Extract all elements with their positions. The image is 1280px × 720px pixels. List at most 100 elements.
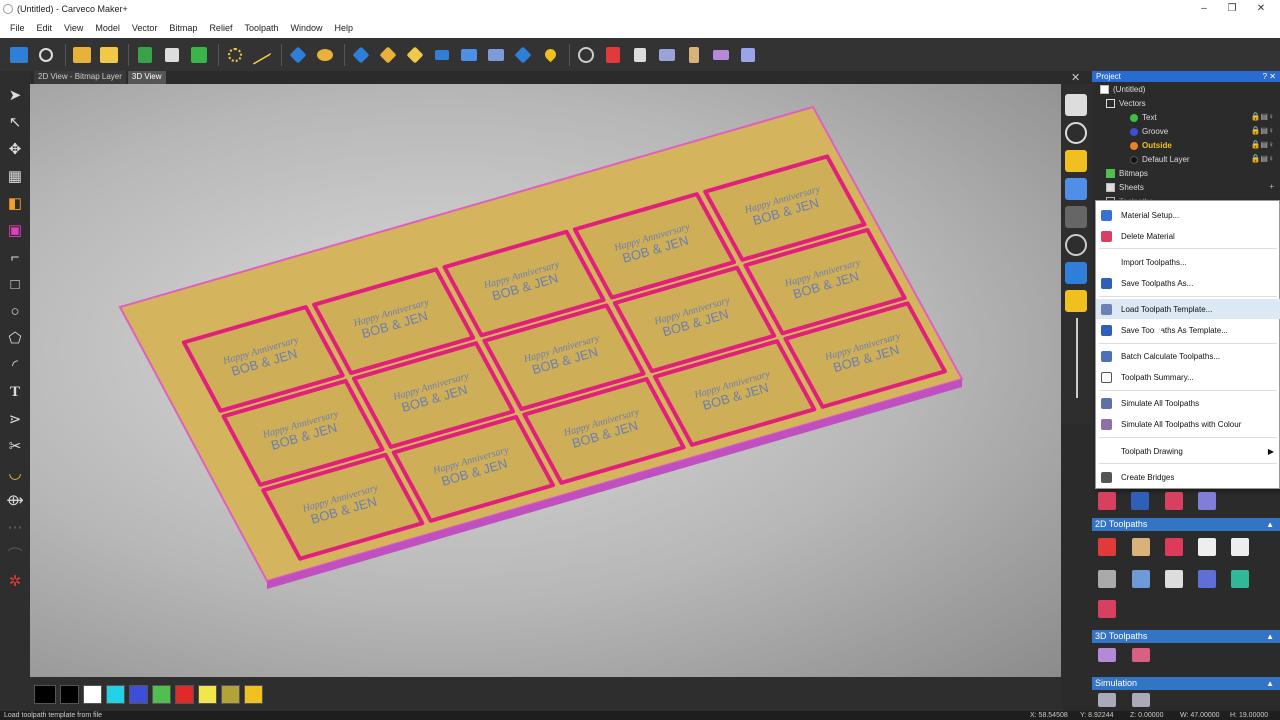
transform-icon[interactable]: ✥ — [4, 138, 26, 160]
bezier-icon[interactable]: ⋗ — [4, 408, 26, 430]
circle-icon[interactable]: ○ — [4, 300, 26, 322]
fill-icon[interactable] — [682, 43, 706, 67]
open-folder-icon[interactable] — [70, 43, 94, 67]
side-view-icon[interactable] — [1065, 206, 1087, 228]
lock-icon[interactable]: 🔒▤♀ — [1250, 154, 1274, 163]
swatch-gold[interactable] — [244, 684, 263, 704]
relief-merge-icon[interactable] — [376, 43, 400, 67]
dash-icon[interactable]: ⋯ — [4, 516, 26, 538]
water-drop-icon[interactable] — [538, 43, 562, 67]
export-icon[interactable] — [736, 43, 760, 67]
fill-toolpath-icon[interactable] — [1132, 538, 1150, 556]
grid-icon[interactable]: ▦ — [4, 165, 26, 187]
close-view-icon[interactable]: ✕ — [1071, 71, 1080, 84]
select-icon[interactable]: ➤ — [4, 84, 26, 106]
undo-icon[interactable] — [34, 43, 58, 67]
toolpath-icon[interactable] — [1165, 492, 1183, 510]
import-icon[interactable] — [133, 43, 157, 67]
3d-finish-icon[interactable] — [1132, 648, 1150, 662]
rectangle-icon[interactable]: □ — [4, 273, 26, 295]
simulate-icon[interactable] — [1098, 693, 1116, 707]
tab-3d-view[interactable]: 3D View — [127, 71, 166, 84]
section-2d-toolpaths[interactable]: 2D Toolpaths ▲ — [1092, 518, 1280, 531]
tree-node-sheets[interactable]: Sheets — [1106, 181, 1144, 194]
node-edit-icon[interactable] — [223, 43, 247, 67]
restore-button[interactable]: ❐ — [1216, 0, 1248, 18]
engrave-toolpath-icon[interactable] — [1098, 570, 1116, 588]
tab-2d-view[interactable]: 2D View - Bitmap Layer — [34, 71, 126, 84]
lock-icon[interactable]: 🔒▤♀ — [1250, 112, 1274, 121]
arc-icon[interactable]: ◜ — [4, 354, 26, 376]
relief-subtract-icon[interactable] — [403, 43, 427, 67]
menu-window[interactable]: Window — [284, 23, 328, 33]
menu-item-create-bridges[interactable]: Create Bridges — [1096, 467, 1280, 487]
node-icon[interactable]: ↖ — [4, 111, 26, 133]
menu-item-save-toolpaths-as-template[interactable]: Save Toolpaths As Template... — [1096, 320, 1280, 340]
cube-view-icon[interactable] — [1065, 94, 1087, 116]
project-header-controls[interactable]: ? ✕ — [1263, 71, 1276, 82]
menu-help[interactable]: Help — [329, 23, 360, 33]
menu-item-delete-material[interactable]: Delete Material — [1096, 226, 1280, 246]
text-icon[interactable]: T — [4, 381, 26, 403]
relief-shape-icon[interactable] — [286, 43, 310, 67]
relief-bake-icon[interactable] — [484, 43, 508, 67]
tree-node-outside[interactable]: Outside — [1130, 139, 1172, 152]
chamfer-toolpath-icon[interactable] — [1165, 570, 1183, 588]
relief-mirror-icon[interactable] — [430, 43, 454, 67]
tree-node-document[interactable]: (Untitled) — [1100, 83, 1145, 96]
simulate-colour-icon[interactable] — [1132, 693, 1150, 707]
top-view-icon[interactable] — [1065, 150, 1087, 172]
settings-icon[interactable]: ✲ — [4, 570, 26, 592]
layer-stack-icon[interactable] — [655, 43, 679, 67]
polyline-icon[interactable]: ⌐ — [4, 246, 26, 268]
swatch-current[interactable] — [34, 684, 56, 704]
3d-viewport[interactable]: Happy Anniversary BOB & JEN Happy Annivers… — [30, 84, 1061, 677]
blank-icon[interactable]: ⌒ — [4, 543, 26, 565]
swatch-cyan[interactable] — [106, 684, 125, 704]
layer-yellow-icon[interactable] — [1065, 290, 1087, 312]
relief-add-icon[interactable] — [349, 43, 373, 67]
text-toolpath-icon[interactable] — [1098, 538, 1116, 556]
inlay-toolpath-icon[interactable] — [1231, 538, 1249, 556]
reset-view-icon[interactable] — [574, 43, 598, 67]
tree-node-default-layer[interactable]: Default Layer — [1130, 153, 1190, 166]
section-3d-toolpaths[interactable]: 3D Toolpaths ▲ — [1092, 630, 1280, 643]
collapse-icon[interactable]: ▲ — [1266, 677, 1274, 690]
sheet-icon[interactable] — [709, 43, 733, 67]
menu-view[interactable]: View — [58, 23, 89, 33]
swatch-green[interactable] — [152, 684, 171, 704]
relief-texture-icon[interactable] — [313, 43, 337, 67]
menu-item-save-toolpaths-as[interactable]: Save Toolpaths As... — [1096, 273, 1280, 293]
toolpath-icon[interactable] — [1198, 492, 1216, 510]
swatch-yellow[interactable] — [198, 684, 217, 704]
menu-item-toolpath-drawing[interactable]: Toolpath Drawing ▶ — [1096, 441, 1280, 461]
polygon-icon[interactable]: ⬠ — [4, 327, 26, 349]
lock-icon[interactable]: 🔒▤♀ — [1250, 126, 1274, 135]
menu-vector[interactable]: Vector — [126, 23, 164, 33]
tree-node-groove[interactable]: Groove — [1130, 125, 1168, 138]
menu-edit[interactable]: Edit — [31, 23, 59, 33]
menu-item-simulate-all-colour[interactable]: Simulate All Toolpaths with Colour — [1096, 414, 1280, 434]
save-icon[interactable] — [7, 43, 31, 67]
lock-icon[interactable]: 🔒▤♀ — [1250, 140, 1274, 149]
relief-layer-icon[interactable] — [457, 43, 481, 67]
vcarve-toolpath-icon[interactable] — [1198, 570, 1216, 588]
menu-item-toolpath-summary[interactable]: Toolpath Summary... — [1096, 367, 1280, 387]
profile-toolpath-icon[interactable] — [1165, 538, 1183, 556]
menu-relief[interactable]: Relief — [203, 23, 238, 33]
mirror-icon[interactable]: ◧ — [4, 192, 26, 214]
bridge-toolpath-icon[interactable] — [1098, 600, 1116, 618]
toolpath-icon[interactable] — [1131, 492, 1149, 510]
open-file-icon[interactable] — [97, 43, 121, 67]
menu-item-load-toolpath-template[interactable]: Load Toolpath Template... — [1096, 299, 1280, 319]
trim-icon[interactable]: ◡ — [4, 462, 26, 484]
swatch-red[interactable] — [175, 684, 194, 704]
resize-icon[interactable] — [160, 43, 184, 67]
collapse-icon[interactable]: ▲ — [1266, 518, 1274, 531]
text-tool-icon[interactable] — [601, 43, 625, 67]
swatch-white[interactable] — [83, 684, 102, 704]
add-icon[interactable] — [187, 43, 211, 67]
area-clear-toolpath-icon[interactable] — [1132, 570, 1150, 588]
menu-item-simulate-all[interactable]: Simulate All Toolpaths — [1096, 393, 1280, 413]
tree-node-bitmaps[interactable]: Bitmaps — [1106, 167, 1148, 180]
